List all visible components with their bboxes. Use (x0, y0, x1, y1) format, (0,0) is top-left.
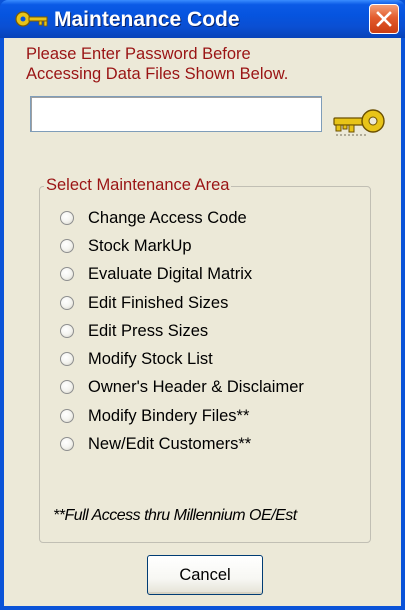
cancel-button[interactable]: Cancel (147, 555, 263, 595)
radio-label: Edit Press Sizes (88, 321, 209, 340)
radio-button[interactable] (60, 239, 74, 253)
prompt-line-2: Accessing Data Files Shown Below. (26, 65, 289, 83)
radio-button[interactable] (60, 380, 74, 394)
radio-evaluate-digital-matrix[interactable]: Evaluate Digital Matrix (60, 263, 252, 285)
radio-label: Stock MarkUp (88, 236, 192, 255)
window-title: Maintenance Code (54, 8, 240, 31)
radio-new-edit-customers[interactable]: New/Edit Customers** (60, 433, 251, 455)
radio-edit-press-sizes[interactable]: Edit Press Sizes (60, 320, 208, 342)
radio-label: Evaluate Digital Matrix (88, 264, 253, 283)
radio-label: Modify Bindery Files** (88, 406, 250, 425)
radio-stock-markup[interactable]: Stock MarkUp (60, 235, 192, 257)
radio-label: Edit Finished Sizes (88, 293, 229, 312)
prompt-line-1: Please Enter Password Before (26, 45, 251, 63)
password-input[interactable] (30, 96, 322, 132)
radio-edit-finished-sizes[interactable]: Edit Finished Sizes (60, 292, 228, 314)
radio-change-access-code[interactable]: Change Access Code (60, 207, 247, 229)
close-icon (376, 11, 392, 27)
radio-owners-header-disclaimer[interactable]: Owner's Header & Disclaimer (60, 376, 304, 398)
maintenance-code-dialog: Maintenance Code Please Enter Password B… (0, 0, 405, 610)
radio-modify-stock-list[interactable]: Modify Stock List (60, 348, 213, 370)
key-icon (15, 11, 48, 27)
radio-button[interactable] (60, 352, 74, 366)
full-access-footnote: **Full Access thru Millennium OE/Est (53, 507, 297, 524)
radio-button[interactable] (60, 409, 74, 423)
title-bar[interactable]: Maintenance Code (0, 0, 405, 38)
radio-label: Change Access Code (88, 208, 247, 227)
radio-button[interactable] (60, 211, 74, 225)
radio-button[interactable] (60, 267, 74, 281)
radio-label: New/Edit Customers** (88, 434, 252, 453)
radio-button[interactable] (60, 296, 74, 310)
password-prompt: Please Enter Password Before Accessing D… (26, 44, 288, 84)
radio-button[interactable] (60, 437, 74, 451)
key-icon (333, 109, 385, 136)
radio-button[interactable] (60, 324, 74, 338)
close-button[interactable] (369, 4, 399, 34)
radio-label: Modify Stock List (88, 349, 213, 368)
radio-label: Owner's Header & Disclaimer (88, 377, 304, 396)
radio-modify-bindery-files[interactable]: Modify Bindery Files** (60, 405, 249, 427)
group-legend: Select Maintenance Area (44, 176, 232, 195)
